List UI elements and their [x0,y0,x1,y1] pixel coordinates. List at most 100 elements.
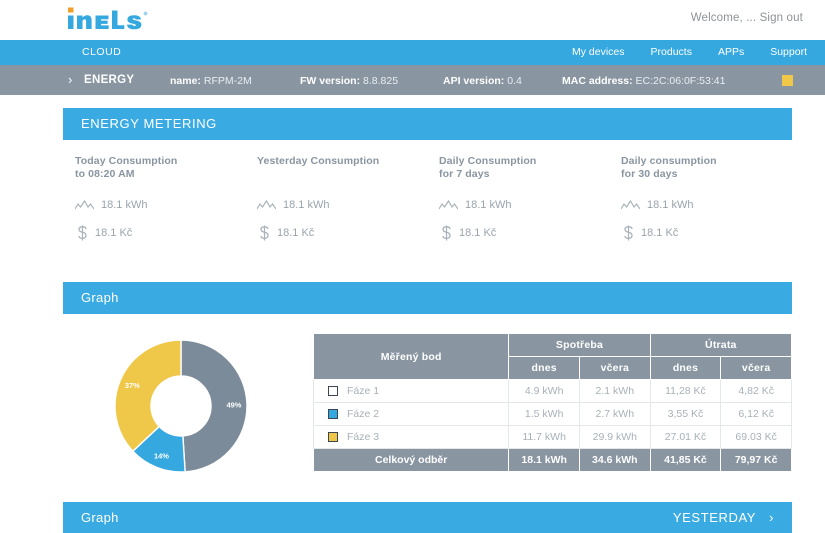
device-field-api-value: 0.4 [507,75,522,87]
device-field-name-value: RFPM-2M [203,75,252,87]
currency-dollar-icon [260,225,269,241]
table-subcol-consumption-today: dnes [508,356,580,380]
table-cell-consumption-today: 4.9 kWh [508,379,580,403]
top-header: Welcome, ... Sign out [0,0,825,40]
metering-card-30-days: Daily consumption for 30 days 18.1 kWh 1… [609,155,791,255]
welcome-area: Welcome, ... Sign out [691,12,803,24]
table-cell-consumption-yesterday: 29.9 kWh [578,425,651,449]
table-total-consumption-yesterday: 34.6 kWh [578,448,651,472]
card-cost-metric: 18.1 Kč [77,225,132,241]
welcome-text: Welcome, ... [690,12,757,24]
card-title: Daily Consumption for 7 days [439,155,609,181]
device-status-swatch[interactable] [782,75,793,86]
card-title: Yesterday Consumption [257,155,427,168]
card-energy-value: 18.1 kWh [101,199,148,211]
nav-item-support[interactable]: Support [770,46,807,58]
metering-cards: Today Consumption to 08:20 AM 18.1 kWh 1… [63,155,792,255]
sign-out-link[interactable]: Sign out [760,12,803,24]
nav-item-products[interactable]: Products [651,46,692,58]
metering-card-today: Today Consumption to 08:20 AM 18.1 kWh 1… [63,155,245,255]
nav-cloud-label[interactable]: CLOUD [82,46,121,58]
table-cell-cost-today: 3,55 Kč [649,402,722,426]
table-cell-consumption-today: 1.5 kWh [508,402,580,426]
yesterday-nav-button[interactable]: YESTERDAY › [673,510,774,525]
chevron-right-icon: › [769,510,774,525]
phase-color-swatch[interactable] [328,432,338,442]
zigzag-chart-icon [75,199,94,209]
card-energy-value: 18.1 kWh [283,199,330,211]
nav-item-apps[interactable]: APPs [718,46,744,58]
card-cost-value: 18.1 Kč [277,227,315,239]
table-cell-cost-yesterday: 4,82 Kč [720,379,792,403]
device-field-name-key: name: [170,75,201,87]
device-field-fw-key: FW version: [300,75,361,87]
card-cost-value: 18.1 Kč [95,227,133,239]
device-field-name: name: RFPM-2M [170,75,252,87]
metering-card-7-days: Daily Consumption for 7 days 18.1 kWh 18… [427,155,609,255]
table-row[interactable]: Fáze 2 1.5 kWh 2.7 kWh 3,55 Kč 6,12 Kč [312,402,792,426]
table-row[interactable]: Fáze 3 11.7 kWh 29.9 kWh 27.01 Kč 69.03 … [312,425,792,449]
nav-item-my-devices[interactable]: My devices [572,46,625,58]
card-title-line1: Daily consumption [621,155,717,167]
card-title-line2: to 08:20 AM [75,168,135,180]
table-total-cost-yesterday: 79,97 Kč [720,448,792,472]
chevron-right-icon[interactable]: › [68,73,72,87]
card-cost-value: 18.1 Kč [459,227,497,239]
table-total-label: Celkový odběr [312,448,510,472]
nav-links: My devices Products APPs Support [572,46,807,58]
section-title-graph-top: Graph [81,290,119,305]
card-cost-metric: 18.1 Kč [623,225,678,241]
card-energy-value: 18.1 kWh [647,199,694,211]
card-cost-metric: 18.1 Kč [441,225,496,241]
card-energy-metric: 18.1 kWh [439,199,511,211]
card-cost-value: 18.1 Kč [641,227,679,239]
table-cell-cost-today: 11,28 Kč [649,379,722,403]
phase-consumption-table: Měřený bod Spotřeba Útrata dnes včera dn… [312,333,793,472]
table-subcol-consumption-yesterday: včera [578,356,651,380]
inels-logo[interactable] [66,5,178,33]
device-field-mac: MAC address: EC:2C:06:0F:53:41 [562,75,725,87]
donut-slice-label: 14% [154,451,169,460]
phase-color-swatch[interactable] [328,386,338,396]
card-title: Daily consumption for 30 days [621,155,791,181]
device-info-bar: › ENERGY name: RFPM-2M FW version: 8.8.8… [0,65,825,95]
card-energy-value: 18.1 kWh [465,199,512,211]
table-cell-consumption-yesterday: 2.7 kWh [578,402,651,426]
table-cell-consumption-today: 11.7 kWh [508,425,580,449]
consumption-donut-chart: 49% 14% 37% [113,338,249,474]
section-header-energy-metering: ENERGY METERING [63,108,792,140]
table-group-cost: Útrata [649,333,793,357]
device-field-mac-value: EC:2C:06:0F:53:41 [635,75,726,87]
device-field-fw: FW version: 8.8.825 [300,75,398,87]
table-cell-consumption-yesterday: 2.1 kWh [578,379,651,403]
device-field-api-key: API version: [443,75,505,87]
table-header-row-1: Měřený bod Spotřeba Útrata [312,333,793,380]
currency-dollar-icon [624,225,633,241]
table-cell-point: Fáze 2 [312,402,510,426]
device-field-api: API version: 0.4 [443,75,522,87]
device-field-fw-value: 8.8.825 [363,75,399,87]
phase-color-swatch[interactable] [328,409,338,419]
card-title: Today Consumption to 08:20 AM [75,155,245,181]
yesterday-label: YESTERDAY [672,510,756,525]
table-cell-cost-today: 27.01 Kč [649,425,722,449]
currency-dollar-icon [78,225,87,241]
currency-dollar-icon [442,225,451,241]
card-energy-metric: 18.1 kWh [257,199,329,211]
table-total-cost-today: 41,85 Kč [649,448,722,472]
primary-nav: CLOUD My devices Products APPs Support [0,40,825,65]
donut-slice-label: 49% [226,400,241,409]
card-energy-metric: 18.1 kWh [621,199,693,211]
table-total-row: Celkový odběr 18.1 kWh 34.6 kWh 41,85 Kč… [312,448,792,472]
device-section-label[interactable]: ENERGY [84,74,134,86]
table-row[interactable]: Fáze 1 4.9 kWh 2.1 kWh 11,28 Kč 4,82 Kč [312,379,792,403]
card-title-line2: for 7 days [439,168,490,180]
section-header-graph-bottom: Graph YESTERDAY › [63,502,792,533]
card-title-line1: Daily Consumption [439,155,537,167]
donut-chart-svg: 49% 14% 37% [114,339,248,473]
zigzag-chart-icon [257,199,276,209]
table-cell-point: Fáze 1 [312,379,510,403]
metering-card-yesterday: Yesterday Consumption 18.1 kWh 18.1 Kč [245,155,427,255]
table-cell-cost-yesterday: 69.03 Kč [720,425,792,449]
section-header-graph-top: Graph [63,282,792,314]
